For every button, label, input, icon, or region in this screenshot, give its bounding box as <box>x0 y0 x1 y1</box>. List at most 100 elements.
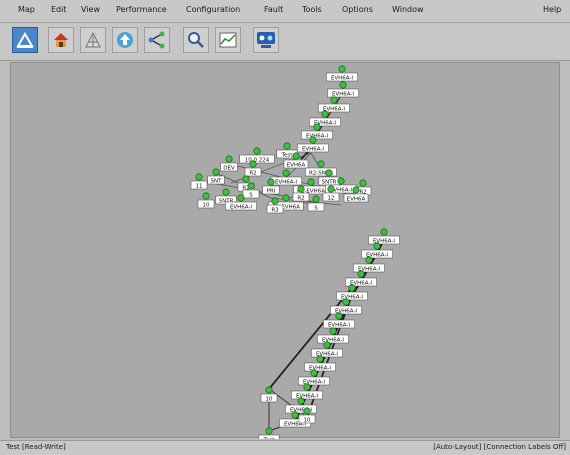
bottom-node-label[interactable]: 10 <box>266 397 273 403</box>
upper-node-label[interactable]: EVH6A-I <box>331 76 353 82</box>
status-right: [Auto-Layout] [Connection Labels Off] <box>433 443 566 451</box>
menu-map[interactable]: Map <box>18 5 35 14</box>
cluster-node-dot <box>247 182 255 190</box>
menu-performance[interactable]: Performance <box>116 5 167 14</box>
cluster-node-label[interactable]: SNT <box>211 179 223 185</box>
cluster-node-label[interactable]: S <box>314 206 318 212</box>
cluster-node-dot <box>267 178 275 186</box>
cluster-node-dot <box>297 185 305 193</box>
cluster-node-dot <box>249 160 257 168</box>
cluster-node-label[interactable]: R3 <box>271 208 279 214</box>
upper-node-dot <box>338 65 346 73</box>
cluster-node-label[interactable]: DEV <box>223 166 235 172</box>
cluster-node-label[interactable]: PRI <box>267 189 276 195</box>
lower-node-dot <box>316 355 324 363</box>
cluster-node-label[interactable]: EVH6A-I <box>275 180 297 186</box>
lower-node-dot <box>380 228 388 236</box>
cluster-node-dot <box>271 197 279 205</box>
bottom-node-dot <box>303 407 311 415</box>
lower-node-label[interactable]: EVH6A-I <box>328 323 350 329</box>
cluster-node-dot <box>195 173 203 181</box>
cluster-node-dot <box>292 152 300 160</box>
cluster-node-label[interactable]: SNTR <box>322 180 337 186</box>
cluster-node-label[interactable]: Test <box>281 153 294 159</box>
network-map-canvas[interactable]: EVH6A-I EVH6A-I EVH6A-I EVH6A-I EVH6A-I EVH6A… <box>10 62 560 440</box>
cluster-node-dot <box>212 168 220 176</box>
lower-node-dot <box>329 327 337 335</box>
lower-node-dot <box>373 242 381 250</box>
lower-node-dot <box>310 369 318 377</box>
topology-icon <box>85 31 101 48</box>
lower-node-dot <box>291 411 299 419</box>
upper-node-dot <box>313 123 321 131</box>
upper-node-dot <box>339 81 347 89</box>
network-button[interactable] <box>253 27 279 53</box>
toolbar <box>0 23 570 61</box>
cluster-node-dot <box>312 195 320 203</box>
upper-node-dot <box>309 136 317 144</box>
lower-node-dot <box>365 256 373 264</box>
upload-icon <box>117 32 133 48</box>
cluster-node-dot <box>337 177 345 185</box>
cluster-node-dot <box>307 178 315 186</box>
bottom-node-label[interactable]: Test <box>263 438 276 440</box>
upper-node-label[interactable]: EVH6A-I <box>306 134 328 140</box>
cluster-node-dot <box>222 188 230 196</box>
network-map-icon <box>16 32 34 48</box>
cluster-node-label[interactable]: S <box>249 193 253 199</box>
chart-button[interactable] <box>215 27 241 53</box>
menu-help[interactable]: Help <box>543 5 561 14</box>
network-icon <box>257 32 275 48</box>
menu-fault[interactable]: Fault <box>264 5 283 14</box>
cluster-node-dot <box>327 185 335 193</box>
lower-node-dot <box>323 341 331 349</box>
cluster-node-label[interactable]: EVH6A-I <box>230 205 252 211</box>
network-map-button[interactable] <box>12 27 38 53</box>
cluster-node-dot <box>359 179 367 187</box>
cluster-node-label[interactable]: R2 <box>249 171 256 177</box>
upload-button[interactable] <box>112 27 138 53</box>
chart-icon <box>219 32 237 48</box>
zoom-button[interactable] <box>183 27 209 53</box>
house-icon <box>54 33 68 47</box>
cluster-node-dot <box>282 194 290 202</box>
upper-node-label[interactable]: EVH6A-I <box>302 147 324 153</box>
cluster-node-dot <box>237 194 245 202</box>
lower-node-dot <box>335 312 343 320</box>
cluster-node-dot <box>283 142 291 150</box>
cluster-node-label[interactable]: R2 <box>297 196 304 202</box>
cluster-node-dot <box>352 186 360 194</box>
menu-bar: Map Edit View Performance Configuration … <box>0 0 570 23</box>
cluster-node-dot <box>225 155 233 163</box>
lower-node-dot <box>303 383 311 391</box>
upper-node-dot <box>330 96 338 104</box>
lower-node-dot <box>297 397 305 405</box>
cluster-node-dot <box>282 169 290 177</box>
bottom-node-label[interactable]: 10 <box>304 418 311 424</box>
menu-options[interactable]: Options <box>342 5 373 14</box>
cluster-node-dot <box>325 169 333 177</box>
cluster-node-dot <box>317 160 325 168</box>
menu-view[interactable]: View <box>81 5 100 14</box>
cluster-node-label[interactable]: EVH6A <box>347 197 366 203</box>
menu-configuration[interactable]: Configuration <box>186 5 240 14</box>
cluster-node-dot <box>242 175 250 183</box>
upper-node-dot <box>321 110 329 118</box>
cluster-node-label[interactable]: 12 <box>328 196 335 202</box>
connections-button[interactable] <box>144 27 170 53</box>
cluster-node-label[interactable]: 10 <box>203 203 210 209</box>
upper-node-label[interactable]: EVH6A-I <box>332 92 354 98</box>
menu-tools[interactable]: Tools <box>302 5 322 14</box>
bottom-node-dot <box>265 386 273 394</box>
topology-button[interactable] <box>80 27 106 53</box>
home-button[interactable] <box>48 27 74 53</box>
menu-edit[interactable]: Edit <box>51 5 67 14</box>
zoom-icon <box>188 32 204 48</box>
menu-window[interactable]: Window <box>392 5 424 14</box>
connections-icon <box>148 31 165 49</box>
cluster-node-label[interactable]: EVH6A <box>287 163 306 169</box>
cluster-node-label[interactable]: 11 <box>196 184 203 190</box>
cluster-node-dot <box>253 147 261 155</box>
lower-node-dot <box>357 270 365 278</box>
cluster-node-label[interactable]: 10.0.224 <box>245 158 270 164</box>
